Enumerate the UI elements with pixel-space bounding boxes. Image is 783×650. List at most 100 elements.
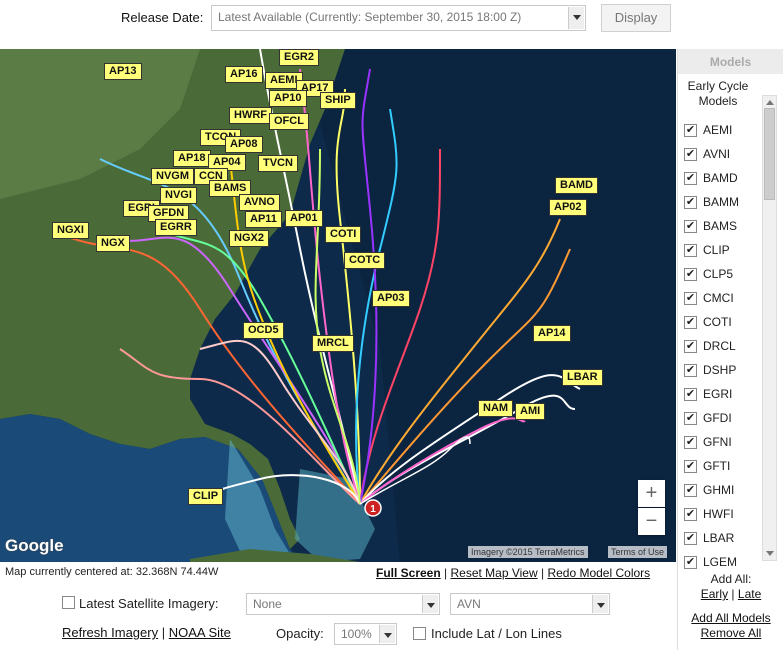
track-label[interactable]: SHIP (320, 92, 356, 109)
model-label: COTI (703, 315, 732, 329)
model-checkbox[interactable]: ✔ (684, 316, 697, 329)
track-label[interactable]: LBAR (562, 369, 603, 386)
track-label[interactable]: AP13 (104, 63, 142, 80)
refresh-imagery-link[interactable]: Refresh Imagery (62, 625, 158, 640)
track-label[interactable]: AP02 (549, 199, 587, 216)
add-all-models-link[interactable]: Add All Models (678, 611, 783, 626)
model-checkbox[interactable]: ✔ (684, 484, 697, 497)
model-row[interactable]: ✔ BAMS (678, 215, 762, 239)
track-label[interactable]: NGXI (52, 222, 89, 239)
reset-map-view-link[interactable]: Reset Map View (450, 566, 537, 580)
opacity-select[interactable]: 100% (334, 623, 397, 645)
track-label[interactable]: AVNO (239, 194, 280, 211)
model-row[interactable]: ✔ DRCL (678, 335, 762, 359)
model-row[interactable]: ✔ CMCI (678, 287, 762, 311)
models-sidebar: Models Early Cycle Models ✔ AEMI ✔ AVNI ✔ BAM… (677, 49, 783, 650)
track-label[interactable]: AP08 (225, 136, 263, 153)
model-row[interactable]: ✔ COTI (678, 311, 762, 335)
model-checkbox[interactable]: ✔ (684, 292, 697, 305)
track-label[interactable]: AP14 (533, 325, 571, 342)
track-label[interactable]: NVGM (151, 168, 194, 185)
model-checkbox[interactable]: ✔ (684, 196, 697, 209)
track-label[interactable]: AP03 (372, 290, 410, 307)
display-button[interactable]: Display (601, 4, 671, 32)
track-label[interactable]: EGRR (155, 219, 197, 236)
model-label: CLP5 (703, 267, 734, 281)
latlon-checkbox[interactable] (413, 627, 426, 640)
release-date-select[interactable]: Latest Available (Currently: September 3… (211, 5, 586, 31)
model-checkbox[interactable]: ✔ (684, 460, 697, 473)
track-label[interactable]: OFCL (269, 113, 309, 130)
model-row[interactable]: ✔ BAMM (678, 191, 762, 215)
latest-satellite-checkbox[interactable] (62, 596, 75, 609)
model-row[interactable]: ✔ GHMI (678, 479, 762, 503)
model-row[interactable]: ✔ AVNI (678, 143, 762, 167)
track-label[interactable]: NGX (96, 235, 130, 252)
model-label: GFNI (703, 435, 732, 449)
track-label[interactable]: NAM (478, 400, 514, 417)
track-label[interactable]: BAMD (555, 177, 598, 194)
model-row[interactable]: ✔ GFNI (678, 431, 762, 455)
model-checkbox[interactable]: ✔ (684, 220, 697, 233)
add-late-link[interactable]: Late (738, 587, 761, 601)
track-label[interactable]: OCD5 (243, 322, 284, 339)
track-label[interactable]: COTI (325, 226, 362, 243)
model-row[interactable]: ✔ AEMI (678, 119, 762, 143)
models-scrollbar[interactable] (762, 95, 777, 561)
model-checkbox[interactable]: ✔ (684, 508, 697, 521)
scroll-up-icon[interactable] (766, 100, 774, 105)
model-checkbox[interactable]: ✔ (684, 268, 697, 281)
model-checkbox[interactable]: ✔ (684, 148, 697, 161)
map-canvas[interactable]: 1 AP13 EGR2 AP16 AEMI AP17 AP10 SHIP HWR… (0, 49, 676, 562)
model-checkbox[interactable]: ✔ (684, 340, 697, 353)
model-row[interactable]: ✔ CLP5 (678, 263, 762, 287)
satellite-product-select[interactable]: AVN (450, 593, 610, 615)
full-screen-link[interactable]: Full Screen (376, 566, 441, 580)
model-row[interactable]: ✔ GFTI (678, 455, 762, 479)
remove-all-link[interactable]: Remove All (678, 626, 783, 641)
model-row[interactable]: ✔ BAMD (678, 167, 762, 191)
model-checkbox[interactable]: ✔ (684, 364, 697, 377)
scrollbar-thumb[interactable] (764, 108, 775, 200)
track-label[interactable]: HWRF (229, 107, 272, 124)
model-checkbox[interactable]: ✔ (684, 244, 697, 257)
scroll-down-icon[interactable] (766, 551, 774, 556)
model-checkbox[interactable]: ✔ (684, 412, 697, 425)
model-label: DRCL (703, 339, 736, 353)
satellite-select-value: None (253, 597, 282, 611)
model-checkbox[interactable]: ✔ (684, 556, 697, 569)
model-row[interactable]: ✔ EGRI (678, 383, 762, 407)
model-checkbox[interactable]: ✔ (684, 436, 697, 449)
model-checkbox[interactable]: ✔ (684, 388, 697, 401)
release-date-value: Latest Available (Currently: September 3… (218, 10, 522, 24)
model-checkbox[interactable]: ✔ (684, 124, 697, 137)
track-label[interactable]: AP11 (245, 211, 282, 228)
zoom-out-button[interactable]: − (638, 508, 665, 535)
noaa-site-link[interactable]: NOAA Site (169, 625, 231, 640)
model-row[interactable]: ✔ DSHP (678, 359, 762, 383)
track-label[interactable]: AP18 (173, 150, 211, 167)
track-label[interactable]: TVCN (258, 155, 298, 172)
model-row[interactable]: ✔ LBAR (678, 527, 762, 551)
models-header: Models (678, 49, 783, 74)
track-label[interactable]: EGR2 (279, 49, 319, 66)
track-label[interactable]: AMI (515, 403, 546, 420)
track-label[interactable]: CLIP (188, 488, 224, 505)
track-label[interactable]: AP16 (225, 66, 263, 83)
track-label[interactable]: NGX2 (229, 230, 269, 247)
model-checkbox[interactable]: ✔ (684, 172, 697, 185)
model-checkbox[interactable]: ✔ (684, 532, 697, 545)
add-early-link[interactable]: Early (701, 587, 728, 601)
zoom-in-button[interactable]: + (638, 480, 665, 507)
model-row[interactable]: ✔ CLIP (678, 239, 762, 263)
track-label[interactable]: MRCL (312, 335, 354, 352)
satellite-select[interactable]: None (246, 593, 440, 615)
track-label[interactable]: AP10 (269, 90, 307, 107)
track-label[interactable]: AP01 (285, 210, 323, 227)
model-row[interactable]: ✔ GFDI (678, 407, 762, 431)
redo-model-colors-link[interactable]: Redo Model Colors (547, 566, 650, 580)
track-label[interactable]: NVGI (160, 187, 197, 204)
terms-link[interactable]: Terms of Use (608, 546, 668, 558)
model-row[interactable]: ✔ HWFI (678, 503, 762, 527)
track-label[interactable]: COTC (344, 252, 386, 269)
